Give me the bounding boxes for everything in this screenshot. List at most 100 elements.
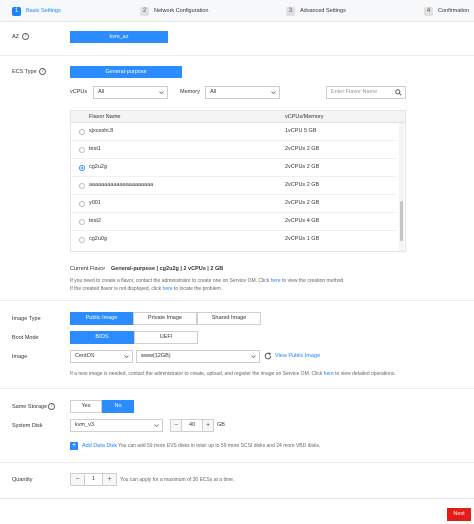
table-row[interactable]: cg2u0g 2vCPUs 1 GB [71, 231, 397, 249]
note-text: to view the creation method. [280, 278, 345, 284]
ecs-type-general-purpose-button[interactable]: General-purpose [70, 66, 182, 78]
disk-size-unit: GB [217, 422, 225, 428]
step-number: 1 [12, 6, 21, 16]
quantity-increase-button[interactable]: + [102, 473, 117, 486]
flavor-spec: 2vCPUs 4 GB [285, 218, 320, 224]
table-row-selected[interactable]: cg2u2g 2vCPUs 2 GB [71, 159, 397, 177]
image-version-select[interactable]: www(12GB) [136, 350, 260, 363]
table-row[interactable]: sjxceshi.8 1vCPU 5 GB [71, 123, 397, 141]
current-flavor-value: General-purpose | cg2u2g | 2 vCPUs | 2 G… [111, 266, 224, 272]
step-label: Network Configuration [154, 8, 209, 14]
note-text: If the created flavor is not displayed, … [70, 286, 163, 292]
help-icon[interactable]: ? [22, 33, 29, 40]
az-kvm-az-button[interactable]: kvm_az [70, 31, 168, 43]
chevron-down-icon [271, 91, 276, 95]
help-icon[interactable]: ? [48, 403, 55, 410]
radio-button[interactable] [79, 237, 85, 243]
divider [0, 388, 474, 389]
disk-size-input[interactable]: 40 [181, 419, 203, 432]
table-header: Flavor Name vCPUs/Memory [71, 111, 405, 123]
divider [0, 55, 474, 56]
detailed-operations-link[interactable]: here [324, 371, 334, 377]
memory-value: All [210, 89, 217, 95]
note-text: If you need to create a flavor, contact … [70, 278, 271, 284]
flavor-name: cg2u0g [89, 236, 108, 242]
column-header-flavor-name: Flavor Name [89, 114, 121, 120]
radio-button[interactable] [79, 201, 85, 207]
system-disk-type-value: kvm_v3 [75, 422, 94, 428]
chevron-down-icon [251, 355, 256, 359]
image-os-value: CentOS [75, 353, 95, 359]
table-row[interactable]: aaaaaaaaaaaaaaaaaaaaa 2vCPUs 2 GB [71, 177, 397, 195]
radio-button[interactable] [79, 183, 85, 189]
shared-image-option[interactable]: Shared Image [197, 312, 261, 325]
memory-select[interactable]: All [205, 86, 280, 99]
flavor-name: sjxceshi.8 [89, 128, 114, 134]
radio-button[interactable] [79, 129, 85, 135]
vcpus-value: All [98, 89, 105, 95]
step-basic-settings[interactable]: 1 Basic Settings [12, 5, 61, 17]
system-disk-type-select[interactable]: kvm_v3 [70, 419, 163, 432]
flavor-name: cg2u2g [89, 164, 108, 170]
chevron-down-icon [159, 91, 164, 95]
step-label: Advanced Settings [300, 8, 346, 14]
footer-bar [0, 498, 474, 524]
note-text: If a new image is needed, contact the ad… [70, 371, 324, 377]
creation-method-link[interactable]: here [271, 278, 281, 284]
radio-button[interactable] [79, 147, 85, 153]
view-public-image-link[interactable]: View Public Image [275, 353, 320, 359]
help-icon[interactable]: ? [39, 68, 46, 75]
step-confirmation[interactable]: 4 Confirmation [424, 5, 469, 17]
divider [0, 462, 474, 463]
system-disk-label: System Disk [12, 423, 43, 429]
step-number: 3 [286, 6, 295, 16]
image-label: Image [12, 354, 28, 360]
image-note: If a new image is needed, contact the ad… [70, 371, 396, 377]
refresh-icon[interactable] [264, 352, 272, 360]
uefi-option[interactable]: UEFI [134, 331, 198, 344]
public-image-option[interactable]: Public Image [70, 312, 133, 325]
radio-button[interactable] [79, 219, 85, 225]
image-version-value: www(12GB) [141, 353, 171, 359]
bios-option[interactable]: BIOS [70, 331, 134, 344]
radio-button-selected[interactable] [79, 165, 85, 171]
wizard-steps: 1 Basic Settings 2 Network Configuration… [0, 0, 474, 22]
step-number: 2 [140, 6, 149, 16]
same-storage-no-option[interactable]: No [102, 400, 134, 413]
table-row[interactable]: test1 2vCPUs 2 GB [71, 141, 397, 159]
same-storage-yes-option[interactable]: Yes [70, 400, 102, 413]
current-flavor-label: Current Flavor [70, 266, 106, 272]
scrollbar-thumb[interactable] [400, 201, 403, 241]
chevron-down-icon [124, 355, 129, 359]
quantity-decrease-button[interactable]: − [70, 473, 85, 486]
search-icon[interactable] [395, 89, 402, 96]
quantity-label: Quantity [12, 477, 33, 483]
flavor-name: test1 [89, 146, 101, 152]
locate-problem-link[interactable]: here [163, 286, 173, 292]
private-image-option[interactable]: Private Image [133, 312, 197, 325]
divider [0, 300, 474, 301]
table-row[interactable]: y001 2vCPUs 2 GB [71, 195, 397, 213]
flavor-name: aaaaaaaaaaaaaaaaaaaaa [89, 182, 154, 188]
step-advanced-settings[interactable]: 3 Advanced Settings [286, 5, 346, 17]
flavor-spec: 2vCPUs 2 GB [285, 164, 320, 170]
image-os-select[interactable]: CentOS [70, 350, 133, 363]
next-button[interactable]: Next [447, 508, 471, 521]
step-network-configuration[interactable]: 2 Network Configuration [140, 5, 208, 17]
image-type-label: Image Type [12, 316, 41, 322]
step-label: Basic Settings [26, 8, 61, 14]
table-scrollbar[interactable] [399, 123, 404, 251]
note-text: to view detailed operations. [333, 371, 396, 377]
memory-label: Memory [180, 89, 200, 95]
add-icon[interactable]: + [70, 442, 78, 450]
boot-mode-label: Boot Mode [12, 335, 39, 341]
flavor-missing-note: If the created flavor is not displayed, … [70, 286, 222, 292]
column-header-vcpus-memory: vCPUs/Memory [285, 114, 324, 120]
flavor-create-note: If you need to create a flavor, contact … [70, 278, 345, 284]
table-row[interactable]: test2 2vCPUs 4 GB [71, 213, 397, 231]
flavor-search-input[interactable]: Enter Flavor Name [326, 86, 406, 99]
disk-size-increase-button[interactable]: + [202, 419, 214, 432]
add-data-disk-link[interactable]: Add Data Disk [82, 443, 117, 449]
quantity-input[interactable]: 1 [84, 473, 103, 486]
vcpus-select[interactable]: All [93, 86, 168, 99]
